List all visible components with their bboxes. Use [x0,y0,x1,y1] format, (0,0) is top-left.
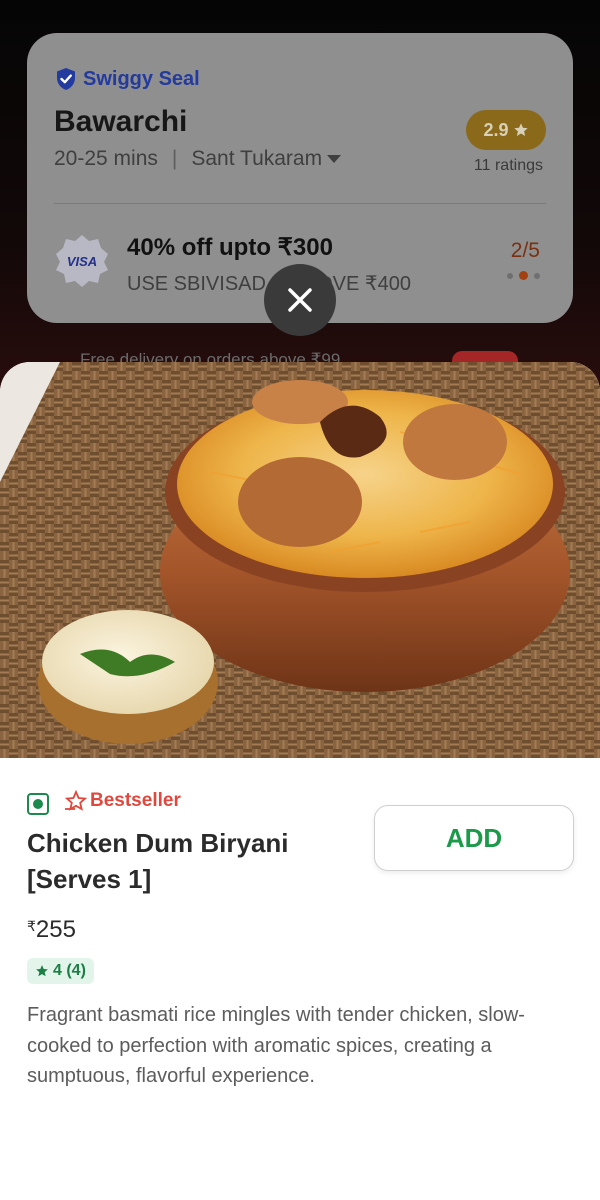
offer-title: 40% off upto ₹300 [127,234,333,261]
location-selector[interactable]: Sant Tukaram [191,147,342,171]
dish-description: Fragrant basmati rice mingles with tende… [27,1004,525,1087]
close-icon [288,288,312,312]
add-button[interactable]: ADD [374,805,574,871]
bestseller-tag: Bestseller [64,790,181,812]
delivery-time: 20-25 mins [54,147,158,170]
star-icon [36,965,48,977]
item-rating-value: 4 (4) [53,962,86,979]
offer-carousel-dots [507,271,540,280]
item-rating-badge: 4 (4) [27,958,94,984]
visa-badge-text: VISA [67,254,97,269]
carousel-dot-active [519,271,528,280]
restaurant-rating-badge: 2.9 [466,110,546,150]
item-detail-sheet: Bestseller Chicken Dum Biryani [Serves 1… [0,362,600,1200]
ratings-count: 11 ratings [473,157,543,174]
carousel-dot [534,272,540,279]
price-value: 255 [35,916,76,943]
bestseller-label: Bestseller [90,790,181,811]
restaurant-meta: 20-25 mins | Sant Tukaram [54,147,342,171]
star-icon [513,123,528,136]
location-label: Sant Tukaram [191,147,323,170]
dish-image [0,362,600,758]
currency-symbol: ₹ [27,918,36,934]
seal-label: Swiggy Seal [83,67,200,90]
visa-offer-badge: VISA [56,235,108,287]
veg-icon [27,793,49,815]
star-outline-icon [64,790,88,811]
dish-name: Chicken Dum Biryani [Serves 1] [27,828,289,894]
close-button[interactable] [264,264,336,336]
swiggy-seal: Swiggy Seal [55,67,200,91]
offer-pager: 2/5 [510,239,540,262]
rating-value: 2.9 [483,119,509,140]
carousel-dot [507,272,513,279]
shield-check-icon [57,68,75,90]
meta-separator: | [171,147,178,170]
dish-price: ₹255 [27,916,76,944]
restaurant-name: Bawarchi [54,105,188,138]
card-divider [54,203,546,204]
caret-down-icon [327,155,342,163]
